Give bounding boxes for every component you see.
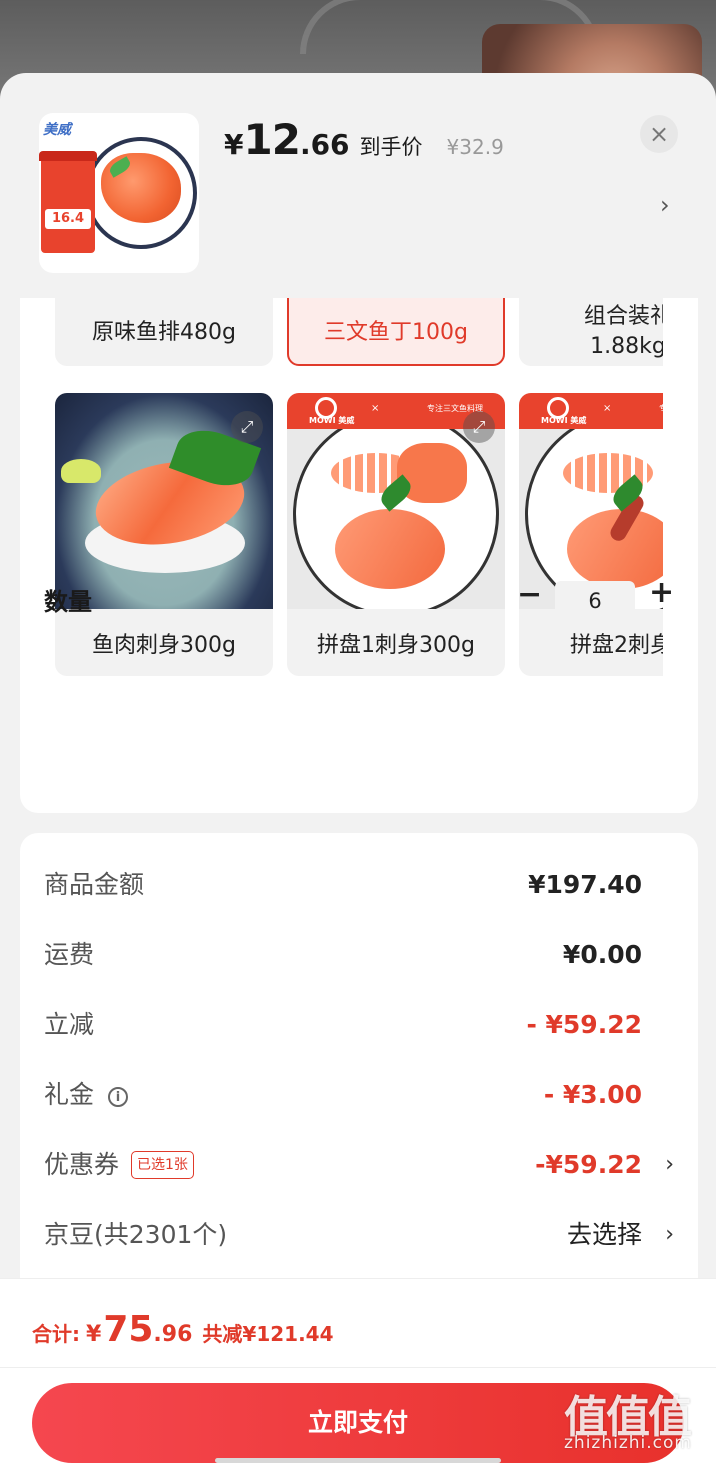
coupon-selected-badge: 已选1张 xyxy=(131,1151,194,1179)
instant-discount-label: 立减 xyxy=(44,1010,95,1039)
goods-amount-label: 商品金额 xyxy=(44,870,145,899)
total-label: 合计: xyxy=(32,1322,80,1346)
quantity-plus-button[interactable]: + xyxy=(649,578,674,608)
variant-label: 拼盘1刺身300g xyxy=(317,633,475,658)
total-integer: 75 xyxy=(103,1309,154,1350)
purchase-sheet: 美威 16.4 ¥ 12 .66 到手价 ¥32.9 × › 原味鱼排480g … xyxy=(0,73,716,1464)
image-salmon xyxy=(335,509,445,589)
site-watermark: 值值值 zhizhizhi.com xyxy=(560,1375,710,1461)
goods-amount-row: 商品金额 ¥197.40 xyxy=(44,865,674,905)
total-symbol: ¥ xyxy=(86,1322,102,1347)
price-decimal: .66 xyxy=(299,128,350,161)
coupon-label: 优惠券 xyxy=(44,1150,120,1179)
goods-amount-value: ¥197.40 xyxy=(528,870,642,899)
variant-label: 三文鱼丁100g xyxy=(324,320,468,345)
banner-brand: MOWI 美威 xyxy=(309,416,355,425)
info-icon[interactable]: i xyxy=(108,1087,129,1107)
variant-image: MOWI 美威 × 专注三文鱼料理 ⤢ xyxy=(287,393,505,609)
banner-brand: MOWI 美威 xyxy=(541,416,587,425)
variant-label: 拼盘2刺身3 xyxy=(570,633,663,658)
banner-x: × xyxy=(603,403,612,414)
gift-money-row: 礼金 i - ¥3.00 xyxy=(44,1075,674,1115)
coupon-value: -¥59.22 xyxy=(535,1150,642,1179)
variant-label-line2: 1.88kg xyxy=(590,334,663,359)
thumb-banner-roof xyxy=(39,151,97,161)
coupon-label-wrap: 优惠券 已选1张 xyxy=(44,1145,194,1185)
chevron-right-icon[interactable]: › xyxy=(665,1145,674,1185)
watermark-url: zhizhizhi.com xyxy=(564,1433,692,1453)
total-decimal: .96 xyxy=(153,1322,193,1347)
variant-tile[interactable]: ⤢ 鱼肉刺身300g xyxy=(55,393,273,676)
jingdou-row[interactable]: 京豆(共2301个) 去选择 › xyxy=(44,1215,674,1255)
quantity-label: 数量 xyxy=(44,588,92,616)
variant-tile[interactable]: MOWI 美威 × 专注三文鱼料理 拼盘2刺身3 xyxy=(519,393,663,676)
chevron-right-icon[interactable]: › xyxy=(665,1215,674,1255)
banner-text: 专注三文鱼料理 xyxy=(659,403,663,414)
product-thumbnail[interactable]: 美威 16.4 xyxy=(39,113,199,273)
shipping-value: ¥0.00 xyxy=(562,940,642,969)
total-row: 合计: ¥ 75 .96 共减¥121.44 xyxy=(32,1309,334,1350)
quantity-input[interactable]: 6 xyxy=(555,581,635,621)
thumb-promo-banner: 16.4 xyxy=(39,151,97,253)
image-brand-banner: MOWI 美威 × 专注三文鱼料理 xyxy=(519,393,663,429)
quantity-minus-button[interactable]: − xyxy=(517,580,542,610)
variant-label: 鱼肉刺身300g xyxy=(92,633,236,658)
variant-label: 组合装礼 xyxy=(583,304,663,329)
variant-image: ⤢ xyxy=(55,393,273,609)
jingdou-select-value[interactable]: 去选择 xyxy=(567,1215,642,1255)
variant-tile-selected[interactable]: 三文鱼丁100g xyxy=(287,298,505,366)
shipping-row: 运费 ¥0.00 xyxy=(44,935,674,975)
backdrop-brand-logo xyxy=(36,34,166,78)
shipping-label: 运费 xyxy=(44,940,95,969)
variant-tile[interactable]: 原味鱼排480g xyxy=(55,298,273,366)
gift-money-label: 礼金 xyxy=(44,1080,95,1109)
banner-x: × xyxy=(371,403,380,414)
original-price: ¥32.9 xyxy=(446,135,504,159)
variant-tile[interactable]: 组合装礼 1.88kg xyxy=(519,298,663,366)
thumb-brand-logo: 美威 xyxy=(43,122,71,138)
instant-discount-row: 立减 - ¥59.22 xyxy=(44,1005,674,1045)
total-saving: 共减¥121.44 xyxy=(202,1322,334,1346)
jingdou-label: 京豆(共2301个) xyxy=(44,1220,228,1249)
variant-card: 原味鱼排480g 三文鱼丁100g 组合装礼 1.88kg ⤢ 鱼肉刺身300g xyxy=(20,298,698,813)
expand-icon[interactable]: ⤢ xyxy=(463,411,495,443)
thumb-badge-price: 16.4 xyxy=(45,209,91,229)
variant-label: 原味鱼排480g xyxy=(92,320,236,345)
image-lime xyxy=(61,459,101,483)
gift-money-label-wrap: 礼金 i xyxy=(44,1075,129,1115)
close-icon[interactable]: × xyxy=(640,115,678,153)
expand-icon[interactable]: ⤢ xyxy=(231,411,263,443)
footer-divider xyxy=(0,1367,716,1368)
instant-discount-value: - ¥59.22 xyxy=(526,1010,642,1039)
home-indicator[interactable] xyxy=(215,1458,501,1463)
price-symbol: ¥ xyxy=(224,128,244,161)
variant-tile[interactable]: MOWI 美威 × 专注三文鱼料理 ⤢ 拼盘1刺身300g xyxy=(287,393,505,676)
coupon-row[interactable]: 优惠券 已选1张 -¥59.22 › xyxy=(44,1145,674,1185)
chevron-right-icon[interactable]: › xyxy=(660,191,670,219)
final-price-tag: 到手价 xyxy=(359,135,423,159)
gift-money-value: - ¥3.00 xyxy=(543,1080,642,1109)
variant-grid[interactable]: 原味鱼排480g 三文鱼丁100g 组合装礼 1.88kg ⤢ 鱼肉刺身300g xyxy=(55,298,663,708)
price-integer: 12 xyxy=(243,115,300,164)
price-row: ¥ 12 .66 到手价 ¥32.9 xyxy=(224,115,504,165)
